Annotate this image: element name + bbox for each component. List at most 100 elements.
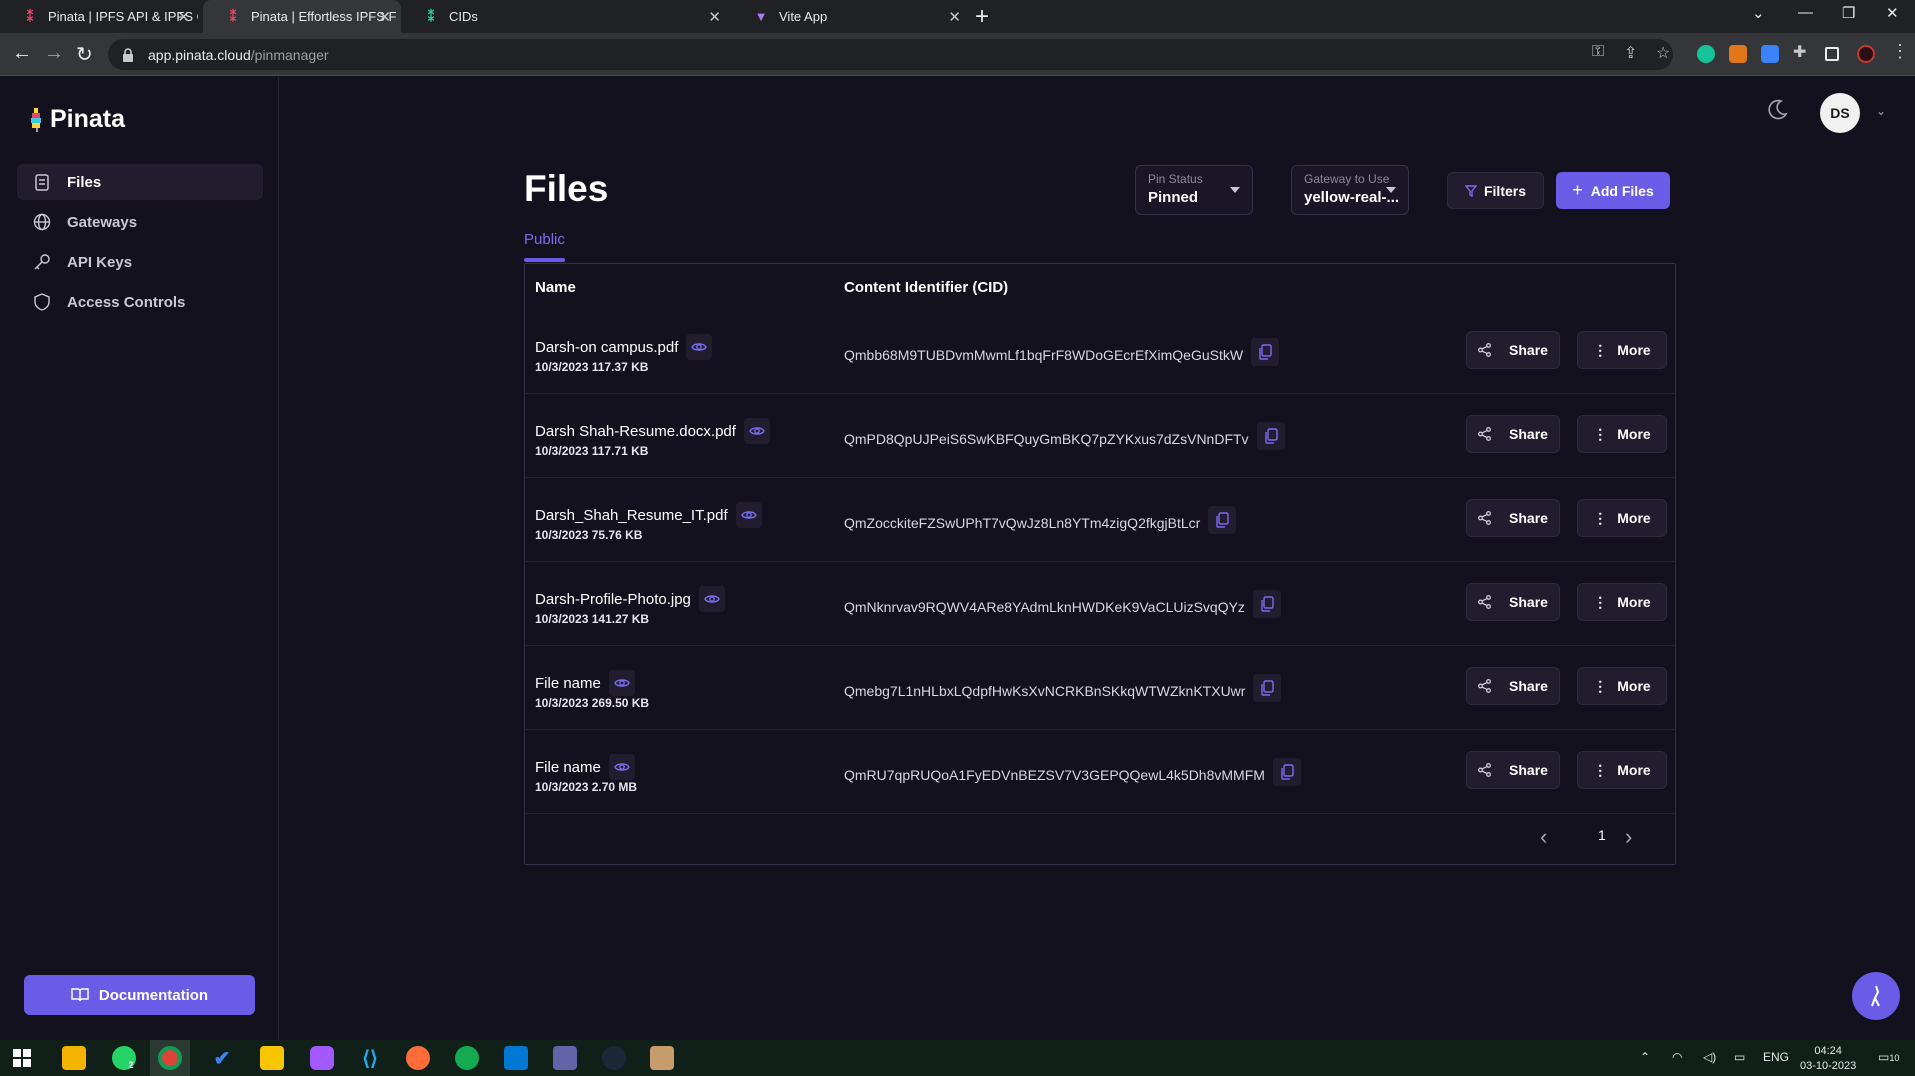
sidebar-item-label: Files xyxy=(67,173,102,191)
preview-eye-icon[interactable] xyxy=(686,334,713,360)
outlook-icon[interactable] xyxy=(504,1046,528,1070)
share-button[interactable]: Share xyxy=(1466,499,1560,537)
sidebar-item-files[interactable]: Files xyxy=(17,164,263,200)
close-tab-icon[interactable]: ✕ xyxy=(708,8,721,26)
side-panel-icon[interactable] xyxy=(1825,47,1839,61)
close-window-icon[interactable]: ✕ xyxy=(1886,4,1899,22)
battery-icon[interactable]: ▭ xyxy=(1734,1050,1745,1064)
browser-tab-active[interactable]: ⁑ Pinata | Effortless IPFS File Mana ✕ xyxy=(203,0,401,33)
copy-icon[interactable] xyxy=(1252,590,1281,618)
user-avatar[interactable]: DS xyxy=(1820,93,1860,133)
file-explorer-icon[interactable] xyxy=(62,1046,86,1070)
preview-eye-icon[interactable] xyxy=(608,670,635,696)
url-field[interactable]: app.pinata.cloud/pinmanager xyxy=(108,39,1673,70)
file-name[interactable]: Darsh-Profile-Photo.jpg xyxy=(535,591,691,608)
more-button[interactable]: ⋮ More xyxy=(1577,751,1667,789)
browser-menu-icon[interactable]: ⋮ xyxy=(1891,41,1909,62)
clock[interactable]: 04:24 03-10-2023 xyxy=(1800,1044,1856,1074)
whatsapp-icon[interactable]: 2 xyxy=(112,1046,136,1070)
vscode-icon[interactable]: ⟨⟩ xyxy=(358,1046,382,1070)
sidebar-item-access-controls[interactable]: Access Controls xyxy=(17,284,263,320)
key-icon[interactable]: ⚿ xyxy=(1592,43,1604,61)
next-page-icon[interactable]: › xyxy=(1625,824,1632,850)
shield-icon xyxy=(33,293,51,311)
close-tab-icon[interactable]: ✕ xyxy=(177,8,190,26)
extension-icon[interactable] xyxy=(1761,45,1779,63)
volume-icon[interactable]: ◁) xyxy=(1703,1050,1716,1064)
new-tab-icon[interactable]: + xyxy=(975,3,989,31)
file-name[interactable]: Darsh Shah-Resume.docx.pdf xyxy=(535,423,736,440)
file-name[interactable]: Darsh-on campus.pdf xyxy=(535,339,678,356)
minimize-icon[interactable]: — xyxy=(1798,4,1813,21)
share-button[interactable]: Share xyxy=(1466,751,1560,789)
forward-icon[interactable]: → xyxy=(44,42,64,65)
package-app-icon[interactable] xyxy=(650,1046,674,1070)
more-button[interactable]: ⋮ More xyxy=(1577,499,1667,537)
share-button[interactable]: Share xyxy=(1466,415,1560,453)
copy-icon[interactable] xyxy=(1272,758,1301,786)
teams-icon[interactable] xyxy=(553,1046,577,1070)
close-tab-icon[interactable]: ✕ xyxy=(378,8,391,26)
preview-eye-icon[interactable] xyxy=(743,418,770,444)
share-page-icon[interactable]: ⇪ xyxy=(1624,43,1637,63)
tray-chevron-up-icon[interactable]: ⌃ xyxy=(1640,1050,1650,1064)
prev-page-icon[interactable]: ‹ xyxy=(1540,824,1547,850)
preview-eye-icon[interactable] xyxy=(698,586,725,612)
pinata-logo[interactable]: Pinata xyxy=(30,105,125,134)
preview-eye-icon[interactable] xyxy=(735,502,762,528)
file-name[interactable]: Darsh_Shah_Resume_IT.pdf xyxy=(535,507,728,524)
more-button[interactable]: ⋮ More xyxy=(1577,667,1667,705)
browser-tab[interactable]: ⁑ CIDs ✕ xyxy=(401,0,731,33)
files-table: Name Content Identifier (CID) Darsh-on c… xyxy=(524,263,1676,865)
share-button[interactable]: Share xyxy=(1466,583,1560,621)
help-chat-button[interactable] xyxy=(1852,972,1900,1020)
profile-avatar-icon[interactable] xyxy=(1857,45,1875,63)
sticky-notes-icon[interactable] xyxy=(260,1046,284,1070)
extensions-puzzle-icon[interactable]: ✚ xyxy=(1793,42,1806,62)
wifi-icon[interactable]: ◠ xyxy=(1672,1050,1682,1064)
chrome-icon[interactable] xyxy=(158,1046,182,1070)
filters-button[interactable]: Filters xyxy=(1447,172,1544,209)
postman-icon[interactable] xyxy=(406,1046,430,1070)
todo-check-icon[interactable]: ✔ xyxy=(210,1046,234,1070)
tab-public[interactable]: Public xyxy=(524,231,565,248)
language-indicator[interactable]: ENG xyxy=(1763,1050,1789,1064)
windows-start-icon[interactable] xyxy=(10,1046,34,1070)
preview-eye-icon[interactable] xyxy=(608,754,635,780)
copy-icon[interactable] xyxy=(1253,674,1282,702)
add-files-button[interactable]: + Add Files xyxy=(1556,172,1670,209)
copy-icon[interactable] xyxy=(1251,338,1280,366)
pinata-logo-icon xyxy=(31,107,41,132)
share-button[interactable]: Share xyxy=(1466,331,1560,369)
vertical-dots-icon: ⋮ xyxy=(1593,593,1608,610)
browser-tab[interactable]: ⁑ Pinata | IPFS API & IPFS Gateway ✕ xyxy=(0,0,200,33)
mongodb-compass-icon[interactable] xyxy=(455,1046,479,1070)
restore-icon[interactable]: ❐ xyxy=(1842,4,1855,22)
documentation-button[interactable]: Documentation xyxy=(24,975,255,1015)
figma-icon[interactable] xyxy=(310,1046,334,1070)
steam-icon[interactable] xyxy=(602,1046,626,1070)
more-button[interactable]: ⋮ More xyxy=(1577,583,1667,621)
back-icon[interactable]: ← xyxy=(12,42,32,65)
copy-icon[interactable] xyxy=(1208,506,1237,534)
bookmark-star-icon[interactable]: ☆ xyxy=(1656,43,1670,63)
share-button[interactable]: Share xyxy=(1466,667,1560,705)
notification-icon[interactable]: ▭10 xyxy=(1878,1050,1899,1064)
reload-icon[interactable]: ↻ xyxy=(76,42,93,67)
metamask-extension-icon[interactable] xyxy=(1729,45,1747,63)
close-tab-icon[interactable]: ✕ xyxy=(948,8,961,26)
copy-icon[interactable] xyxy=(1256,422,1285,450)
sidebar-item-api-keys[interactable]: API Keys xyxy=(17,244,263,280)
grammarly-extension-icon[interactable] xyxy=(1697,45,1715,63)
file-name[interactable]: File name xyxy=(535,759,601,776)
dark-mode-moon-icon[interactable] xyxy=(1766,99,1788,121)
gateway-select[interactable]: Gateway to Use yellow-real-... xyxy=(1291,165,1409,215)
tab-search-chevron-icon[interactable]: ⌄ xyxy=(1752,4,1765,22)
file-name[interactable]: File name xyxy=(535,675,601,692)
browser-tab[interactable]: ▼ Vite App ✕ xyxy=(731,0,971,33)
more-button[interactable]: ⋮ More xyxy=(1577,331,1667,369)
chevron-down-icon[interactable]: ⌄ xyxy=(1876,104,1886,118)
more-button[interactable]: ⋮ More xyxy=(1577,415,1667,453)
sidebar-item-gateways[interactable]: Gateways xyxy=(17,204,263,240)
pin-status-select[interactable]: Pin Status Pinned xyxy=(1135,165,1253,215)
